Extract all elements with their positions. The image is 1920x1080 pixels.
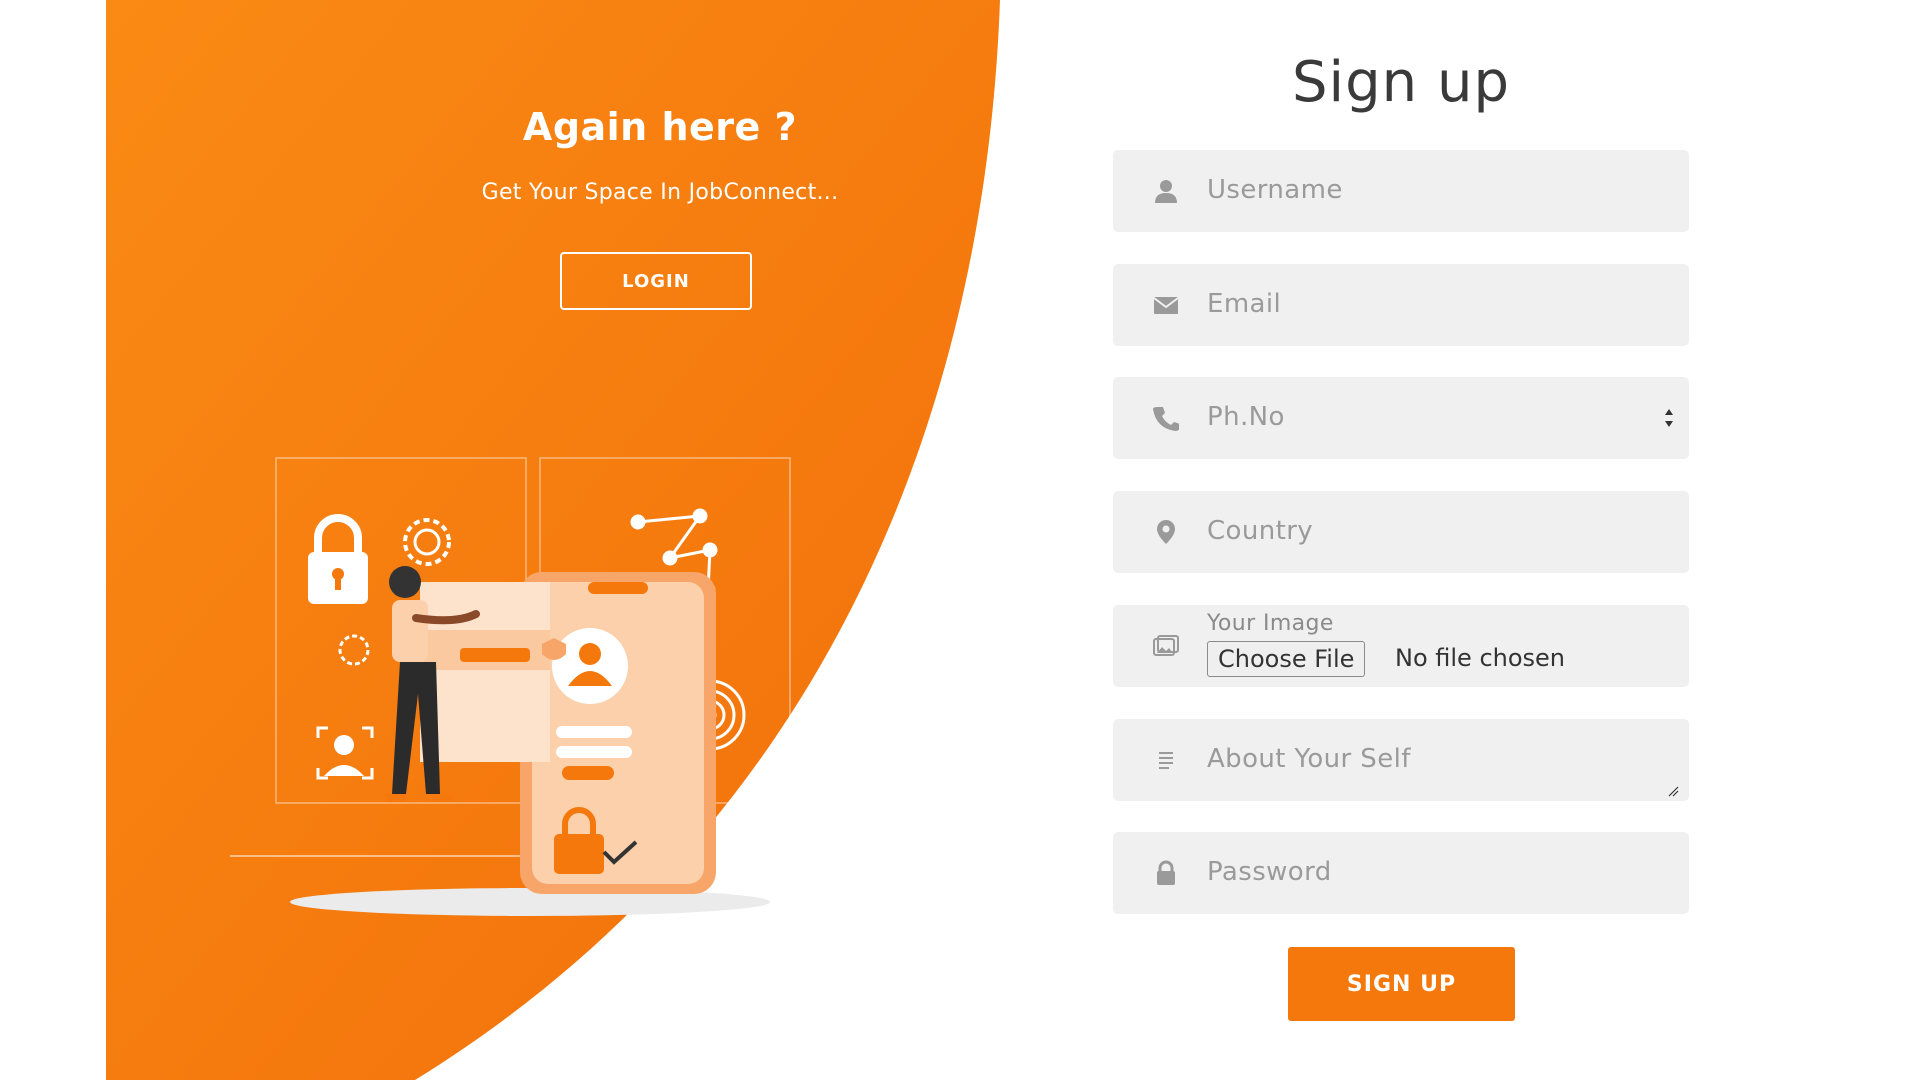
username-input[interactable]: Username (1113, 150, 1689, 232)
phone-placeholder: Ph.No (1207, 402, 1285, 432)
welcome-subtitle: Get Your Space In JobConnect... (481, 180, 839, 205)
envelope-icon (1153, 297, 1179, 314)
user-icon (1155, 180, 1177, 203)
country-input[interactable]: Country (1113, 491, 1689, 573)
email-input[interactable]: Email (1113, 264, 1689, 346)
password-placeholder: Password (1207, 857, 1332, 887)
security-illustration (230, 457, 840, 916)
email-placeholder: Email (1207, 289, 1282, 319)
signup-button[interactable]: SIGN UP (1288, 947, 1515, 1021)
password-input[interactable]: Password (1113, 832, 1689, 914)
choose-file-button[interactable]: Choose File (1207, 641, 1366, 677)
resize-handle-icon[interactable] (1667, 785, 1679, 797)
lock-icon (1157, 860, 1175, 885)
text-lines-icon (1159, 752, 1173, 769)
phone-icon (1153, 407, 1179, 431)
image-upload-field: Your Image Choose File No file chosen (1113, 605, 1689, 687)
number-stepper-icon[interactable] (1663, 405, 1675, 431)
signup-title: Sign up (1292, 50, 1510, 115)
map-pin-icon (1157, 520, 1175, 544)
phone-input[interactable]: Ph.No (1113, 377, 1689, 459)
about-textarea[interactable]: About Your Self (1113, 719, 1689, 801)
image-upload-label: Your Image (1207, 611, 1334, 636)
welcome-heading: Again here ? (522, 105, 798, 149)
image-icon (1153, 635, 1179, 656)
login-button[interactable]: LOGIN (560, 252, 752, 310)
username-placeholder: Username (1207, 175, 1343, 205)
file-status-text: No file chosen (1395, 644, 1566, 672)
country-placeholder: Country (1207, 516, 1314, 546)
about-placeholder: About Your Self (1207, 744, 1411, 774)
